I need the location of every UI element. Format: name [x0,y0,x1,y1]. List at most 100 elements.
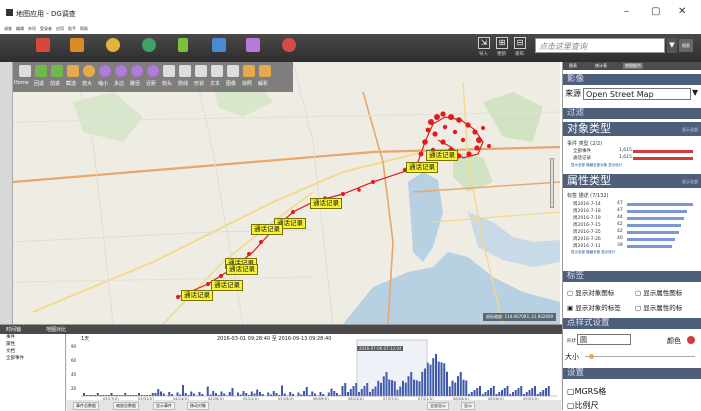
scale-option[interactable]: ▢比例尺 [567,400,599,411]
mgrs-option[interactable]: ▢MGRS格 [567,386,606,397]
update-icon[interactable]: ⊞ [496,37,508,49]
menu-item[interactable]: 杂项 [28,26,36,31]
object-links[interactable]: 显示全部 隐藏全部对象 显示统计 [571,163,622,168]
proximity-icon[interactable] [147,65,159,77]
back-icon[interactable] [35,65,47,77]
hist-bar [190,391,193,396]
tab-chart[interactable]: 图表 [567,63,579,69]
hist-bar [228,392,231,396]
attr-bar [627,203,693,206]
tree-item[interactable]: 全部事件 [0,355,65,362]
analyze-icon[interactable] [259,65,271,77]
hist-bar [512,392,514,396]
network-icon[interactable] [282,38,296,52]
chevron-down-icon[interactable]: ▼ [667,38,677,53]
menu-item[interactable]: 调查 [4,26,12,31]
arrow-line-icon[interactable] [179,65,191,77]
import-icon[interactable]: ⇲ [478,37,490,49]
hist-bar [297,392,300,396]
home-icon[interactable] [36,38,50,52]
map-callout[interactable]: 通话记录 [211,280,243,291]
point-style-header: 点样式设置 [563,318,701,329]
move-objects-button[interactable]: 移动对象 [187,402,209,410]
hist-bar [220,391,223,396]
source-select[interactable]: Open Street Map [583,88,691,100]
hist-bar [330,388,333,396]
map-callout[interactable]: 通话记录 [406,162,438,173]
publish-icon[interactable]: ⊟ [514,37,526,49]
search-button[interactable]: 搜索 [679,39,693,52]
polygon-icon[interactable] [115,65,127,77]
hist-bar [176,392,179,396]
tree-item[interactable]: 事件 [0,334,65,341]
shape-icon[interactable] [195,65,207,77]
home-icon[interactable] [19,65,31,77]
hist-bar [319,392,322,396]
map-callout[interactable]: 通话记录 [181,290,213,301]
map-canvas[interactable]: 鼠标缩放: 114.067093, 21.932609 [13,62,560,324]
tree-item[interactable]: 属性 [0,341,65,348]
menu-item[interactable]: 帮助 [80,26,88,31]
hist-bar [151,393,154,396]
snapshot-icon[interactable] [243,65,255,77]
menu-item[interactable]: 助手 [68,26,76,31]
chevron-down-icon[interactable]: ▼ [692,88,698,97]
arrow-icon[interactable] [163,65,175,77]
hist-bar [476,388,479,396]
select-icon[interactable] [67,65,79,77]
tab-stats[interactable]: 统计表 [593,63,609,69]
attr-type-show-all[interactable]: 显示全部 [682,175,698,189]
size-slider-thumb[interactable] [589,354,594,359]
tree-item[interactable]: 文档 [0,348,65,355]
label-option[interactable]: ▢ 显示对象图标 [567,287,614,297]
maximize-button[interactable]: ▢ [651,6,660,17]
show-button[interactable]: 显示 [461,402,475,410]
shape-select[interactable]: 圆 [577,334,631,345]
map-callout[interactable]: 通话记录 [226,264,258,275]
search-input[interactable]: 点击这里查询 [535,38,665,53]
hist-bar [160,391,162,396]
image-icon[interactable] [227,65,239,77]
puzzle-icon[interactable] [246,38,260,52]
attr-links[interactable]: 显示全部 隐藏全部 显示统计 [571,250,615,255]
label-option[interactable]: ▢ 显示属性的标 [635,302,682,312]
people-icon[interactable] [106,38,120,52]
path-icon[interactable] [131,65,143,77]
close-button[interactable]: ✕ [678,6,686,17]
map-tool-label: Home [14,80,29,86]
forward-icon[interactable] [51,65,63,77]
menu-item[interactable]: 应用 [56,26,64,31]
label-option[interactable]: ▣ 显示对象的标签 [567,302,621,312]
color-swatch[interactable] [687,336,695,344]
menu-item[interactable]: 登录者 [40,26,52,31]
minimize-button[interactable]: – [624,6,629,17]
attr-item-count: 40 [617,236,623,241]
hist-bar [534,386,536,396]
text-icon[interactable] [211,65,223,77]
folder-icon[interactable] [212,38,226,52]
map-callout[interactable]: 通话记录 [251,224,283,235]
hist-bar [267,392,270,396]
show-events-button[interactable]: 显示事件 [153,402,175,410]
hist-bar [484,392,487,396]
zoom-out-icon[interactable] [99,65,111,77]
object-type-title: 对象类型 [567,122,611,135]
zoom-in-icon[interactable] [83,65,95,77]
tab-map-details[interactable]: 地图细节 [623,63,643,69]
briefcase-icon[interactable] [70,38,84,52]
left-collapse-strip[interactable] [0,62,13,324]
chart-icon[interactable] [178,38,188,52]
zoom-slider[interactable] [550,158,554,208]
event-total-button[interactable]: 事件总数据 [73,402,99,410]
show-all-button[interactable]: 全部显示 [427,402,449,410]
menu-item[interactable]: 编辑 [16,26,24,31]
zoom-total-button[interactable]: 缩放总数据 [113,402,139,410]
label-option[interactable]: ▢ 显示属性图标 [635,287,682,297]
globe-icon[interactable] [142,38,156,52]
object-type-show-all[interactable]: 显示全部 [682,123,698,137]
tab-timeline[interactable]: 时间轴 [6,326,21,333]
map-callout[interactable]: 通话记录 [310,198,342,209]
map-callout[interactable]: 通话记录 [426,150,458,161]
tab-map-compare[interactable]: 地图对比 [46,326,66,333]
size-slider[interactable] [585,356,695,357]
